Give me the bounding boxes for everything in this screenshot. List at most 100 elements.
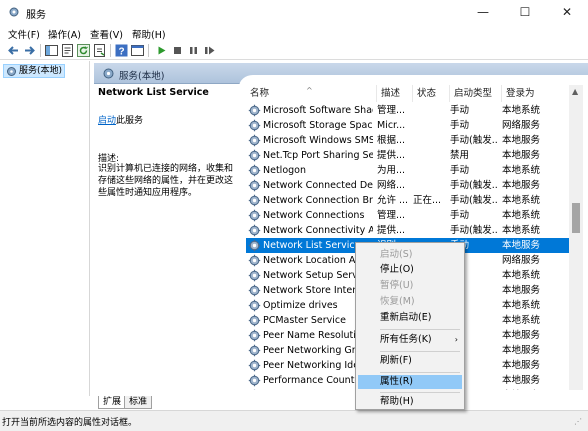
service-name-heading: Network List Service [98,87,209,98]
menu-item-pause[interactable]: 暂停(U) [358,279,462,293]
column-header-logon-as[interactable]: 登录为 [502,85,569,102]
window-title: 服务 [26,10,46,21]
toolbar: ? [0,41,588,60]
service-row[interactable]: Netlogon 为用... 手动 本地系统 [246,163,569,178]
service-row[interactable]: Microsoft Software Shad... 管理... 手动 本地系统 [246,103,569,118]
service-description: 允许 ... [377,195,409,206]
vertical-scrollbar[interactable]: ▲ [569,85,583,390]
services-gear-icon [6,66,17,81]
service-logon: 本地系统 [502,165,541,176]
tab-standard[interactable]: 标准 [124,396,153,409]
tree-item-services-local[interactable]: 服务(本地) [3,64,66,81]
close-button[interactable]: ✕ [546,0,588,25]
description-panel: Network List Service 启动此服务 描述: 识别计算机已连接的… [94,85,244,390]
menu-item-start[interactable]: 启动(S) [358,248,462,262]
services-gear-icon [8,6,20,18]
service-startup-type: 手动 [450,210,470,221]
resize-grip-icon[interactable]: ⋰ [574,417,582,426]
sort-arrow-icon: ^ [306,86,313,95]
service-name: Netlogon [263,165,306,176]
menu-help[interactable]: 帮助(H) [132,27,166,41]
menu-item-restart[interactable]: 重新启动(E) [358,311,462,325]
service-logon: 本地系统 [502,315,541,326]
menu-item-help[interactable]: 帮助(H) [358,395,462,409]
service-row[interactable]: Network Connections 管理... 手动 本地系统 [246,208,569,223]
service-gear-icon [248,374,261,387]
service-gear-icon [248,224,261,237]
menu-action[interactable]: 操作(A) [48,27,81,41]
service-status: 正在... [413,195,442,206]
column-header-status[interactable]: 状态 [413,85,450,102]
menu-item-resume[interactable]: 恢复(M) [358,295,462,309]
service-logon: 本地系统 [502,225,541,236]
service-name: Network Connected Devi... [263,180,373,191]
service-logon: 本地系统 [502,195,541,206]
service-row[interactable]: Network Connection Bro... 允许 ... 正在... 手动(触… [246,193,569,208]
column-header-name[interactable]: 名称 ^ [246,85,377,102]
service-row[interactable]: Microsoft Storage Space... Micr... 手动 网络服务 [246,118,569,133]
menu-item-properties[interactable]: 属性(R) [358,375,462,389]
service-row[interactable]: Microsoft Windows SMS ... 根据... 手动(触发... 本地… [246,133,569,148]
scroll-up-icon[interactable]: ▲ [572,87,578,96]
help-icon[interactable]: ? [114,43,129,58]
toolbar-separator [148,44,149,57]
service-logon: 本地服务 [502,150,541,161]
tab-extended[interactable]: 扩展 [98,396,127,409]
service-gear-icon [248,194,261,207]
column-header-description[interactable]: 描述 [377,85,413,102]
minimize-button[interactable]: — [462,0,504,25]
maximize-button[interactable]: ☐ [504,0,546,25]
forward-arrow-icon[interactable] [22,43,37,58]
service-description: 根据... [377,135,406,146]
service-name: Microsoft Storage Space... [263,120,373,131]
console-tree: 服务(本地) [0,61,90,396]
menu-view[interactable]: 查看(V) [90,27,123,41]
service-status [413,103,445,118]
status-text: 打开当前所选内容的属性对话框。 [2,418,138,428]
service-logon: 本地系统 [502,270,541,281]
pane-title: 服务(本地) [119,71,165,82]
menu-separator [380,372,460,373]
service-startup-type: 手动 [450,120,470,131]
service-logon: 本地服务 [502,388,562,390]
service-name: Microsoft Windows SMS ... [263,135,373,146]
console-tree-icon[interactable] [44,43,59,58]
menu-item-refresh[interactable]: 刷新(F) [358,354,462,368]
services-gear-icon [102,67,115,83]
service-logon: 本地服务 [502,345,541,356]
service-gear-icon [248,179,261,192]
menu-file[interactable]: 文件(F) [8,27,40,41]
restart-icon[interactable] [202,43,217,58]
tree-item-label: 服务(本地) [19,66,63,76]
service-gear-icon [248,329,261,342]
play-icon[interactable] [154,43,169,58]
service-gear-icon [248,209,261,222]
service-logon: 本地服务 [502,375,541,386]
service-description: 管理... [377,105,406,116]
back-arrow-icon[interactable] [6,43,21,58]
service-row[interactable]: Network Connected Devi... 网络... 手动(触发... 本地… [246,178,569,193]
service-gear-icon [248,239,261,252]
menu-item-stop[interactable]: 停止(O) [358,263,462,277]
console-icon[interactable] [130,43,145,58]
scroll-thumb[interactable] [572,203,580,233]
menu-item-all-tasks[interactable]: 所有任务(K) › [358,333,462,347]
service-gear-icon [248,314,261,327]
service-logon: 本地服务 [502,240,541,251]
service-logon: 本地系统 [502,300,541,311]
service-description: 提供... [377,150,406,161]
service-logon: 本地服务 [502,330,541,341]
start-service-link[interactable]: 启动 [98,116,116,126]
pause-icon[interactable] [186,43,201,58]
menu-item-label: 所有任务(K) [380,334,432,345]
column-header-startup-type[interactable]: 启动类型 [450,85,502,102]
service-row[interactable]: Net.Tcp Port Sharing Ser... 提供... 禁用 本地服务 [246,148,569,163]
refresh-icon[interactable] [76,43,91,58]
service-description: 提供... [377,225,406,236]
properties-icon[interactable] [60,43,75,58]
service-row[interactable]: Network Connectivity Ass... 提供... 手动(触发...… [246,223,569,238]
export-list-icon[interactable] [92,43,107,58]
stop-icon[interactable] [170,43,185,58]
service-gear-icon [248,299,261,312]
view-tabs: 扩展 标准 [94,396,588,410]
